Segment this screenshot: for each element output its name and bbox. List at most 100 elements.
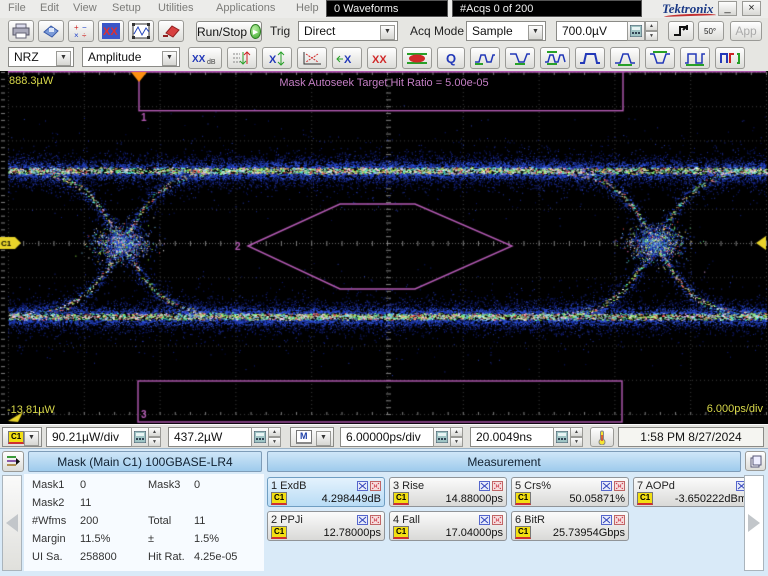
temperature-button[interactable] <box>590 427 614 447</box>
panel-menu-button[interactable] <box>2 451 24 472</box>
results-panel: Mask (Main C1) 100GBASE-LR4 Measurement … <box>0 448 768 576</box>
extinction-db-button[interactable]: XX dB <box>188 47 222 69</box>
eye-width-button[interactable]: X <box>332 47 362 69</box>
vertical-scale-stepper[interactable]: ▲ ▼ <box>148 427 161 447</box>
set-to-50-button[interactable]: 50° <box>698 21 724 41</box>
trig-slope-button[interactable] <box>668 21 694 41</box>
waveform-analyze-button[interactable] <box>128 20 154 42</box>
pulse-meas-button-3[interactable] <box>540 47 570 69</box>
red-eye-icon: XX <box>372 54 387 66</box>
channel-badge: C1 <box>8 430 25 444</box>
keypad-button[interactable] <box>627 21 645 41</box>
measurement-cell-exdb[interactable]: 1 ExdB C1 4.298449dB <box>267 477 385 507</box>
svg-text:XX: XX <box>192 54 206 65</box>
printer-icon <box>12 23 30 39</box>
chevron-down-icon[interactable]: ▼ <box>162 51 177 66</box>
menu-setup[interactable]: Setup <box>112 2 141 14</box>
vertical-scale-input[interactable]: 90.21µW/div <box>46 427 132 447</box>
pulse-meas-button-5[interactable] <box>610 47 640 69</box>
eye-amplitude-button[interactable]: X <box>262 47 292 69</box>
measurement-value: -3.650222dBm <box>674 492 747 505</box>
mask-test-button[interactable]: XX <box>98 20 124 42</box>
chevron-down-icon[interactable]: ▼ <box>316 431 331 446</box>
calculator-icon <box>436 431 448 443</box>
horizontal-scale-stepper[interactable]: ▲ ▼ <box>450 427 463 447</box>
waveform-count-display: 0 Waveforms <box>326 0 448 17</box>
run-stop-button[interactable]: Run/Stop ▶ <box>196 21 262 42</box>
channel-select[interactable]: C1 ▼ <box>2 427 42 447</box>
record-length-stepper[interactable]: ▲ ▼ <box>570 427 583 447</box>
stat-label: Mask3 <box>148 479 181 491</box>
keypad-button[interactable] <box>131 427 149 447</box>
trig-level-stepper[interactable]: ▲ ▼ <box>645 21 658 41</box>
pulse-meas-button-6[interactable] <box>645 47 675 69</box>
thermometer-icon <box>598 430 606 445</box>
chevron-down-icon[interactable]: ▼ <box>380 25 395 40</box>
horizontal-scale-input[interactable]: 6.00000ps/div <box>340 427 434 447</box>
eye-height-icon: X <box>269 50 285 66</box>
pulse-meas-button-1[interactable] <box>470 47 500 69</box>
scroll-right-button[interactable] <box>744 475 764 571</box>
menu-file[interactable]: File <box>8 2 26 14</box>
measurement-value: 14.88000ps <box>445 492 504 505</box>
chevron-down-icon[interactable]: ▼ <box>528 25 543 40</box>
svg-text:÷: ÷ <box>82 31 87 39</box>
eye-left-icon: X <box>336 54 352 66</box>
vertical-offset-input[interactable]: 437.2µW <box>168 427 252 447</box>
eraser-icon <box>163 25 180 38</box>
pulse-meas-button-4[interactable] <box>575 47 605 69</box>
measurement-cell-ppji[interactable]: 2 PPJi C1 12.78000ps <box>267 511 385 541</box>
calculator-button[interactable]: + − × ÷ <box>68 20 94 42</box>
measurement-label: 2 PPJi <box>271 513 303 526</box>
menu-utilities[interactable]: Utilities <box>158 2 193 14</box>
measurement-cell-crossing[interactable]: 5 Crs% C1 50.05871% <box>511 477 629 507</box>
print-button[interactable] <box>8 20 34 42</box>
meas-category-select[interactable]: Amplitude ▼ <box>82 47 180 67</box>
menu-view[interactable]: View <box>73 2 97 14</box>
pulse-meas-button-7[interactable] <box>680 47 710 69</box>
plot-button[interactable] <box>297 47 327 69</box>
mask-hits-button[interactable]: XX <box>367 47 397 69</box>
close-button[interactable]: × <box>742 1 761 16</box>
layers-menu-icon <box>7 456 20 466</box>
acq-mode-select[interactable]: Sample ▼ <box>466 21 546 41</box>
stat-label: Mask2 <box>32 497 65 509</box>
signal-type-select[interactable]: NRZ ▼ <box>8 47 74 67</box>
keypad-button[interactable] <box>251 427 269 447</box>
stat-label: Margin <box>32 533 66 545</box>
pulse-meas-button-2[interactable] <box>505 47 535 69</box>
vertical-offset-stepper[interactable]: ▲ ▼ <box>268 427 281 447</box>
chevron-down-icon[interactable]: ▼ <box>56 51 71 66</box>
scroll-left-button[interactable] <box>2 475 22 571</box>
trig-source-select[interactable]: Direct ▼ <box>298 21 398 41</box>
keypad-button[interactable] <box>553 427 571 447</box>
stat-value: 1.5% <box>194 533 220 545</box>
eye-mask-icon <box>601 480 612 491</box>
gain-meas-button[interactable] <box>227 47 257 69</box>
mask-panel-header[interactable]: Mask (Main C1) 100GBASE-LR4 <box>28 451 262 472</box>
eye-mask-icon <box>601 514 612 525</box>
pulse-meas-button-8[interactable] <box>715 47 745 69</box>
app-button[interactable]: App <box>730 21 762 41</box>
clear-data-button[interactable] <box>158 20 184 42</box>
measurement-cell-rise[interactable]: 3 Rise C1 14.88000ps <box>389 477 507 507</box>
menu-edit[interactable]: Edit <box>40 2 59 14</box>
q-factor-button[interactable]: Q <box>437 47 465 69</box>
menu-applications[interactable]: Applications <box>216 2 275 14</box>
horizontal-mode-select[interactable]: M ▼ <box>290 427 334 447</box>
measurement-cell-bitrate[interactable]: 6 BitR C1 25.73954Gbps <box>511 511 629 541</box>
menu-help[interactable]: Help <box>296 2 319 14</box>
measurement-panel-header[interactable]: Measurement <box>267 451 741 472</box>
keypad-button[interactable] <box>433 427 451 447</box>
trig-level-input[interactable]: 700.0µV <box>556 21 628 41</box>
save-button[interactable] <box>38 20 64 42</box>
record-length-input[interactable]: 20.0049ns <box>470 427 554 447</box>
minimize-button[interactable]: _ <box>718 1 737 16</box>
copy-results-button[interactable] <box>745 451 766 471</box>
acquisition-count-display: #Acqs 0 of 200 <box>452 0 642 17</box>
measurement-cell-fall[interactable]: 4 Fall C1 17.04000ps <box>389 511 507 541</box>
mask-margin-button[interactable] <box>402 47 432 69</box>
waveform-display: 888.3µW Mask Autoseek Target Hit Ratio =… <box>0 71 768 424</box>
chevron-down-icon[interactable]: ▼ <box>24 431 39 446</box>
measurement-cell-aopd[interactable]: 7 AOPd C1 -3.650222dBm <box>633 477 751 507</box>
